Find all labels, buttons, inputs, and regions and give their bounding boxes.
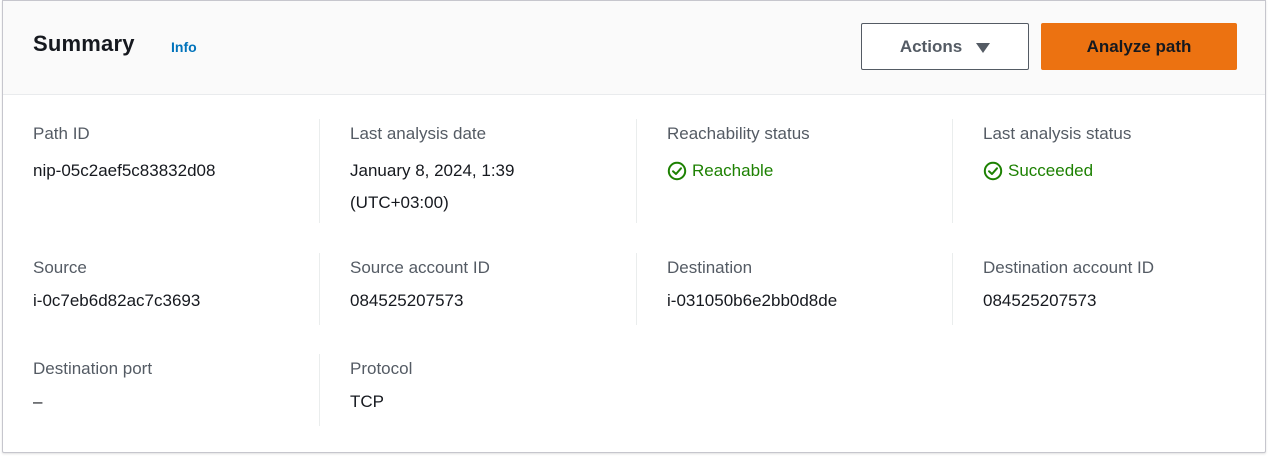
check-circle-icon [983, 161, 1003, 181]
analyze-path-button[interactable]: Analyze path [1041, 23, 1237, 70]
field-label: Last analysis date [350, 124, 487, 143]
status-text: Reachable [692, 161, 774, 180]
field-reachability-status: Reachability status Reachable [636, 119, 936, 223]
field-value: i-031050b6e2bb0d8de [667, 291, 838, 310]
panel-header: Summary Info Actions Analyze path [3, 1, 1265, 95]
field-label: Destination [667, 258, 753, 277]
field-protocol: Protocol TCP [319, 354, 619, 426]
actions-button-label: Actions [899, 36, 963, 56]
field-label: Source account ID [350, 258, 490, 277]
summary-panel: Summary Info Actions Analyze path Path I… [2, 0, 1266, 453]
field-source-account-id: Source account ID 084525207573 [319, 253, 619, 325]
field-label: Destination account ID [983, 258, 1155, 277]
status-succeeded: Succeeded [983, 155, 1252, 187]
field-value: – [33, 392, 43, 411]
field-label: Source [33, 258, 87, 277]
field-value: i-0c7eb6d82ac7c3693 [33, 291, 201, 310]
status-reachable: Reachable [667, 155, 936, 187]
field-destination-port: Destination port – [33, 357, 303, 418]
check-circle-icon [667, 161, 687, 181]
actions-dropdown-button[interactable]: Actions [861, 23, 1029, 70]
field-source: Source i-0c7eb6d82ac7c3693 [33, 256, 303, 317]
caret-down-icon [976, 42, 991, 53]
status-text: Succeeded [1008, 161, 1094, 180]
panel-title: Summary [33, 31, 135, 56]
field-label: Last analysis status [983, 124, 1132, 143]
field-value-line1: January 8, 2024, 1:39 [350, 161, 515, 180]
field-value: 084525207573 [350, 291, 464, 310]
field-destination: Destination i-031050b6e2bb0d8de [636, 253, 936, 325]
field-label: Reachability status [667, 124, 810, 143]
field-last-analysis-date: Last analysis date January 8, 2024, 1:39… [319, 119, 619, 223]
field-value: 084525207573 [983, 291, 1097, 310]
field-label: Protocol [350, 359, 413, 378]
field-destination-account-id: Destination account ID 084525207573 [952, 253, 1252, 325]
field-value: TCP [350, 392, 384, 411]
field-label: Path ID [33, 124, 90, 143]
field-label: Destination port [33, 359, 153, 378]
field-last-analysis-status: Last analysis status Succeeded [952, 119, 1252, 223]
field-value: nip-05c2aef5c83832d08 [33, 161, 216, 180]
field-value-line2: (UTC+03:00) [350, 193, 449, 212]
analyze-path-button-label: Analyze path [1086, 36, 1192, 56]
field-path-id: Path ID nip-05c2aef5c83832d08 [33, 122, 303, 187]
info-link[interactable]: Info [171, 39, 197, 55]
